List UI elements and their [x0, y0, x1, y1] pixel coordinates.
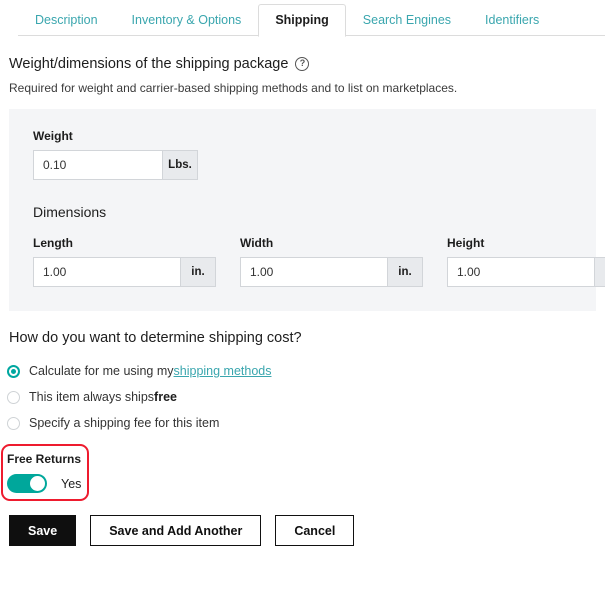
radio-option-calculate[interactable]: Calculate for me using my shipping metho… — [7, 358, 605, 384]
width-field: Width in. — [240, 236, 423, 287]
height-field: Height in. — [447, 236, 605, 287]
width-label: Width — [240, 236, 274, 250]
package-section-heading: Weight/dimensions of the shipping packag… — [9, 56, 605, 72]
tab-bar: Description Inventory & Options Shipping… — [0, 0, 605, 37]
weight-label: Weight — [33, 129, 73, 143]
height-input[interactable] — [447, 257, 594, 287]
width-unit-suffix: in. — [387, 257, 423, 287]
tab-description[interactable]: Description — [18, 4, 115, 37]
width-input[interactable] — [240, 257, 387, 287]
weight-input-group: Lbs. — [33, 150, 198, 180]
height-unit-suffix: in. — [594, 257, 605, 287]
package-panel: Weight Lbs. Dimensions Length in. Width … — [9, 109, 605, 311]
cancel-button[interactable]: Cancel — [275, 515, 355, 546]
tab-shipping[interactable]: Shipping — [258, 3, 346, 37]
height-input-group: in. — [447, 257, 605, 287]
radio-icon-free[interactable] — [7, 390, 20, 404]
radio-icon-specify-fee[interactable] — [7, 416, 20, 430]
form-actions: Save Save and Add Another Cancel — [9, 515, 605, 546]
free-returns-label: Free Returns — [7, 452, 82, 466]
weight-unit-suffix: Lbs. — [162, 150, 198, 180]
length-label: Length — [33, 236, 73, 250]
radio-label-free: This item always ships — [29, 390, 155, 404]
radio-option-specify-fee[interactable]: Specify a shipping fee for this item — [7, 410, 605, 436]
shipping-methods-link[interactable]: shipping methods — [174, 364, 272, 378]
free-returns-section: Free Returns Yes — [1, 444, 89, 501]
tab-identifiers[interactable]: Identifiers — [468, 4, 556, 37]
shipping-cost-heading: How do you want to determine shipping co… — [9, 330, 302, 346]
radio-label-specify-fee: Specify a shipping fee for this item — [29, 416, 220, 430]
free-returns-toggle-row: Yes — [7, 474, 85, 493]
dimensions-title: Dimensions — [33, 204, 107, 220]
help-circle-icon[interactable]: ? — [295, 57, 310, 71]
free-returns-toggle[interactable] — [7, 474, 47, 493]
package-heading-text: Weight/dimensions of the shipping packag… — [9, 56, 289, 72]
shipping-cost-radio-group: Calculate for me using my shipping metho… — [7, 358, 605, 436]
package-section-subtext: Required for weight and carrier-based sh… — [9, 81, 458, 95]
length-unit-suffix: in. — [180, 257, 216, 287]
tab-search-engines[interactable]: Search Engines — [346, 4, 468, 37]
save-button[interactable]: Save — [9, 515, 77, 546]
length-input[interactable] — [33, 257, 180, 287]
width-input-group: in. — [240, 257, 423, 287]
weight-input[interactable] — [33, 150, 162, 180]
free-returns-toggle-state: Yes — [61, 476, 82, 491]
radio-label-calculate: Calculate for me using my — [29, 364, 174, 378]
save-and-add-another-button[interactable]: Save and Add Another — [90, 515, 262, 546]
radio-option-free[interactable]: This item always ships free — [7, 384, 605, 410]
length-input-group: in. — [33, 257, 216, 287]
radio-icon-calculate[interactable] — [7, 364, 20, 378]
length-field: Length in. — [33, 236, 216, 287]
radio-label-free-emphasis: free — [154, 390, 177, 404]
tab-inventory-options[interactable]: Inventory & Options — [115, 4, 259, 37]
height-label: Height — [447, 236, 485, 250]
dimensions-row: Length in. Width in. Height in. — [33, 236, 605, 287]
